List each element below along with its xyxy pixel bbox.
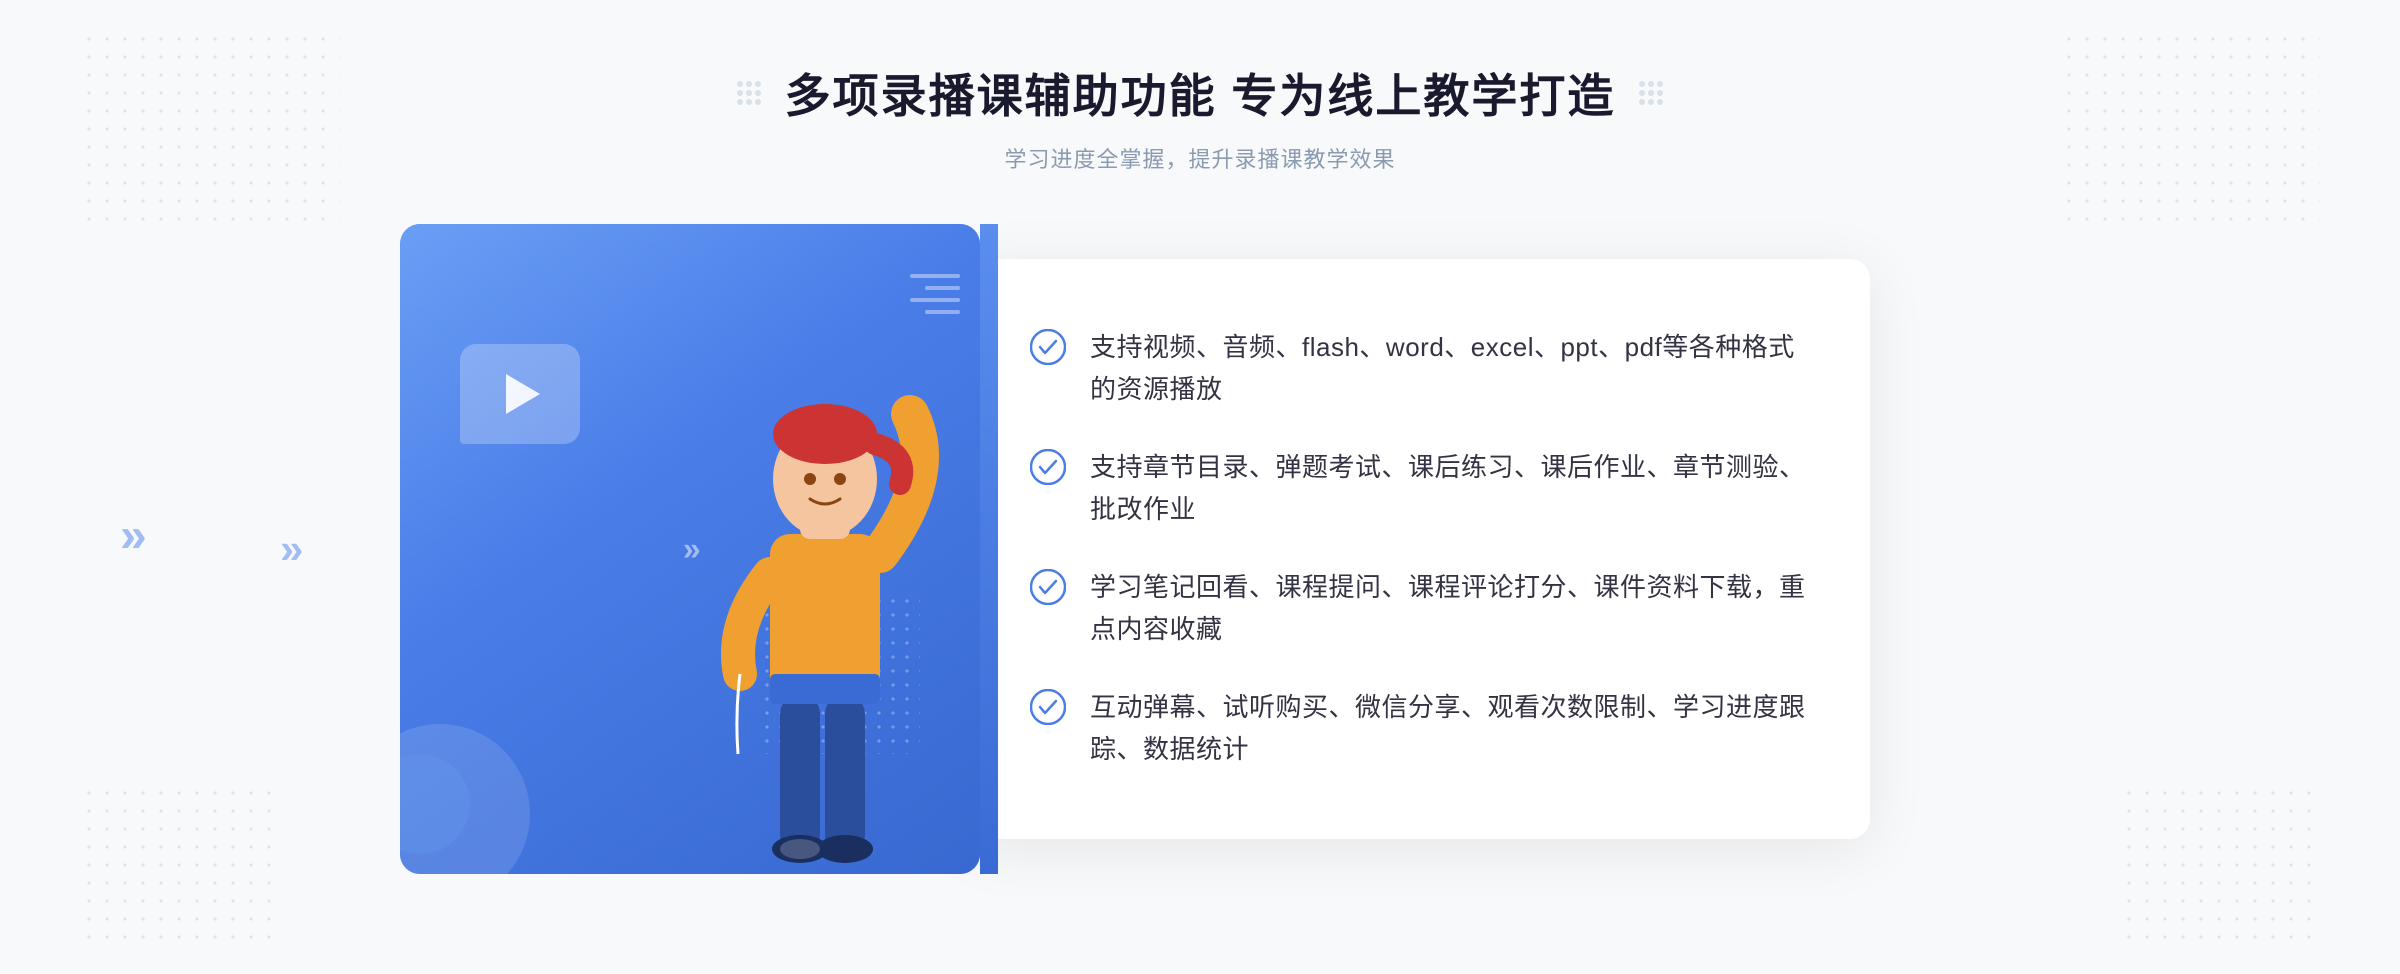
features-panel: 支持视频、音频、flash、word、excel、ppt、pdf等各种格式的资源… (970, 259, 1870, 839)
check-icon-4 (1030, 689, 1066, 725)
play-bubble (460, 344, 580, 444)
check-icon-1 (1030, 329, 1066, 365)
content-area: » (400, 224, 2000, 874)
title-text: 多项录播课辅助功能 专为线上教学打造 (785, 60, 1616, 126)
play-icon (506, 374, 540, 414)
feature-text-3: 学习笔记回看、课程提问、课程评论打分、课件资料下载，重点内容收藏 (1090, 567, 1810, 650)
title-deco-left (737, 81, 761, 105)
header-section: 多项录播课辅助功能 专为线上教学打造 (737, 60, 1664, 174)
arrow-indicators: » (683, 531, 695, 568)
feature-item-1: 支持视频、音频、flash、word、excel、ppt、pdf等各种格式的资源… (1030, 317, 1810, 420)
title-deco-right (1639, 81, 1663, 105)
feature-item-4: 互动弹幕、试听购买、微信分享、观看次数限制、学习进度跟踪、数据统计 (1030, 677, 1810, 780)
feature-text-1: 支持视频、音频、flash、word、excel、ppt、pdf等各种格式的资源… (1090, 327, 1810, 410)
chevrons-left-outside: » (280, 525, 295, 573)
subtitle-text: 学习进度全掌握，提升录播课教学效果 (737, 142, 1664, 174)
check-icon-2 (1030, 449, 1066, 485)
vertical-accent-bar (980, 224, 998, 874)
main-title: 多项录播课辅助功能 专为线上教学打造 (737, 60, 1664, 126)
feature-text-4: 互动弹幕、试听购买、微信分享、观看次数限制、学习进度跟踪、数据统计 (1090, 687, 1810, 770)
page-wrapper: 多项录播课辅助功能 专为线上教学打造 (0, 0, 2400, 974)
illustration-panel: » (400, 224, 980, 874)
feature-item-2: 支持章节目录、弹题考试、课后练习、课后作业、章节测验、批改作业 (1030, 437, 1810, 540)
feature-item-3: 学习笔记回看、课程提问、课程评论打分、课件资料下载，重点内容收藏 (1030, 557, 1810, 660)
check-icon-3 (1030, 569, 1066, 605)
left-chevrons-bg: » (120, 508, 137, 563)
lines-deco (920, 274, 960, 374)
feature-text-2: 支持章节目录、弹题考试、课后练习、课后作业、章节测验、批改作业 (1090, 447, 1810, 530)
person-illustration (680, 314, 960, 874)
